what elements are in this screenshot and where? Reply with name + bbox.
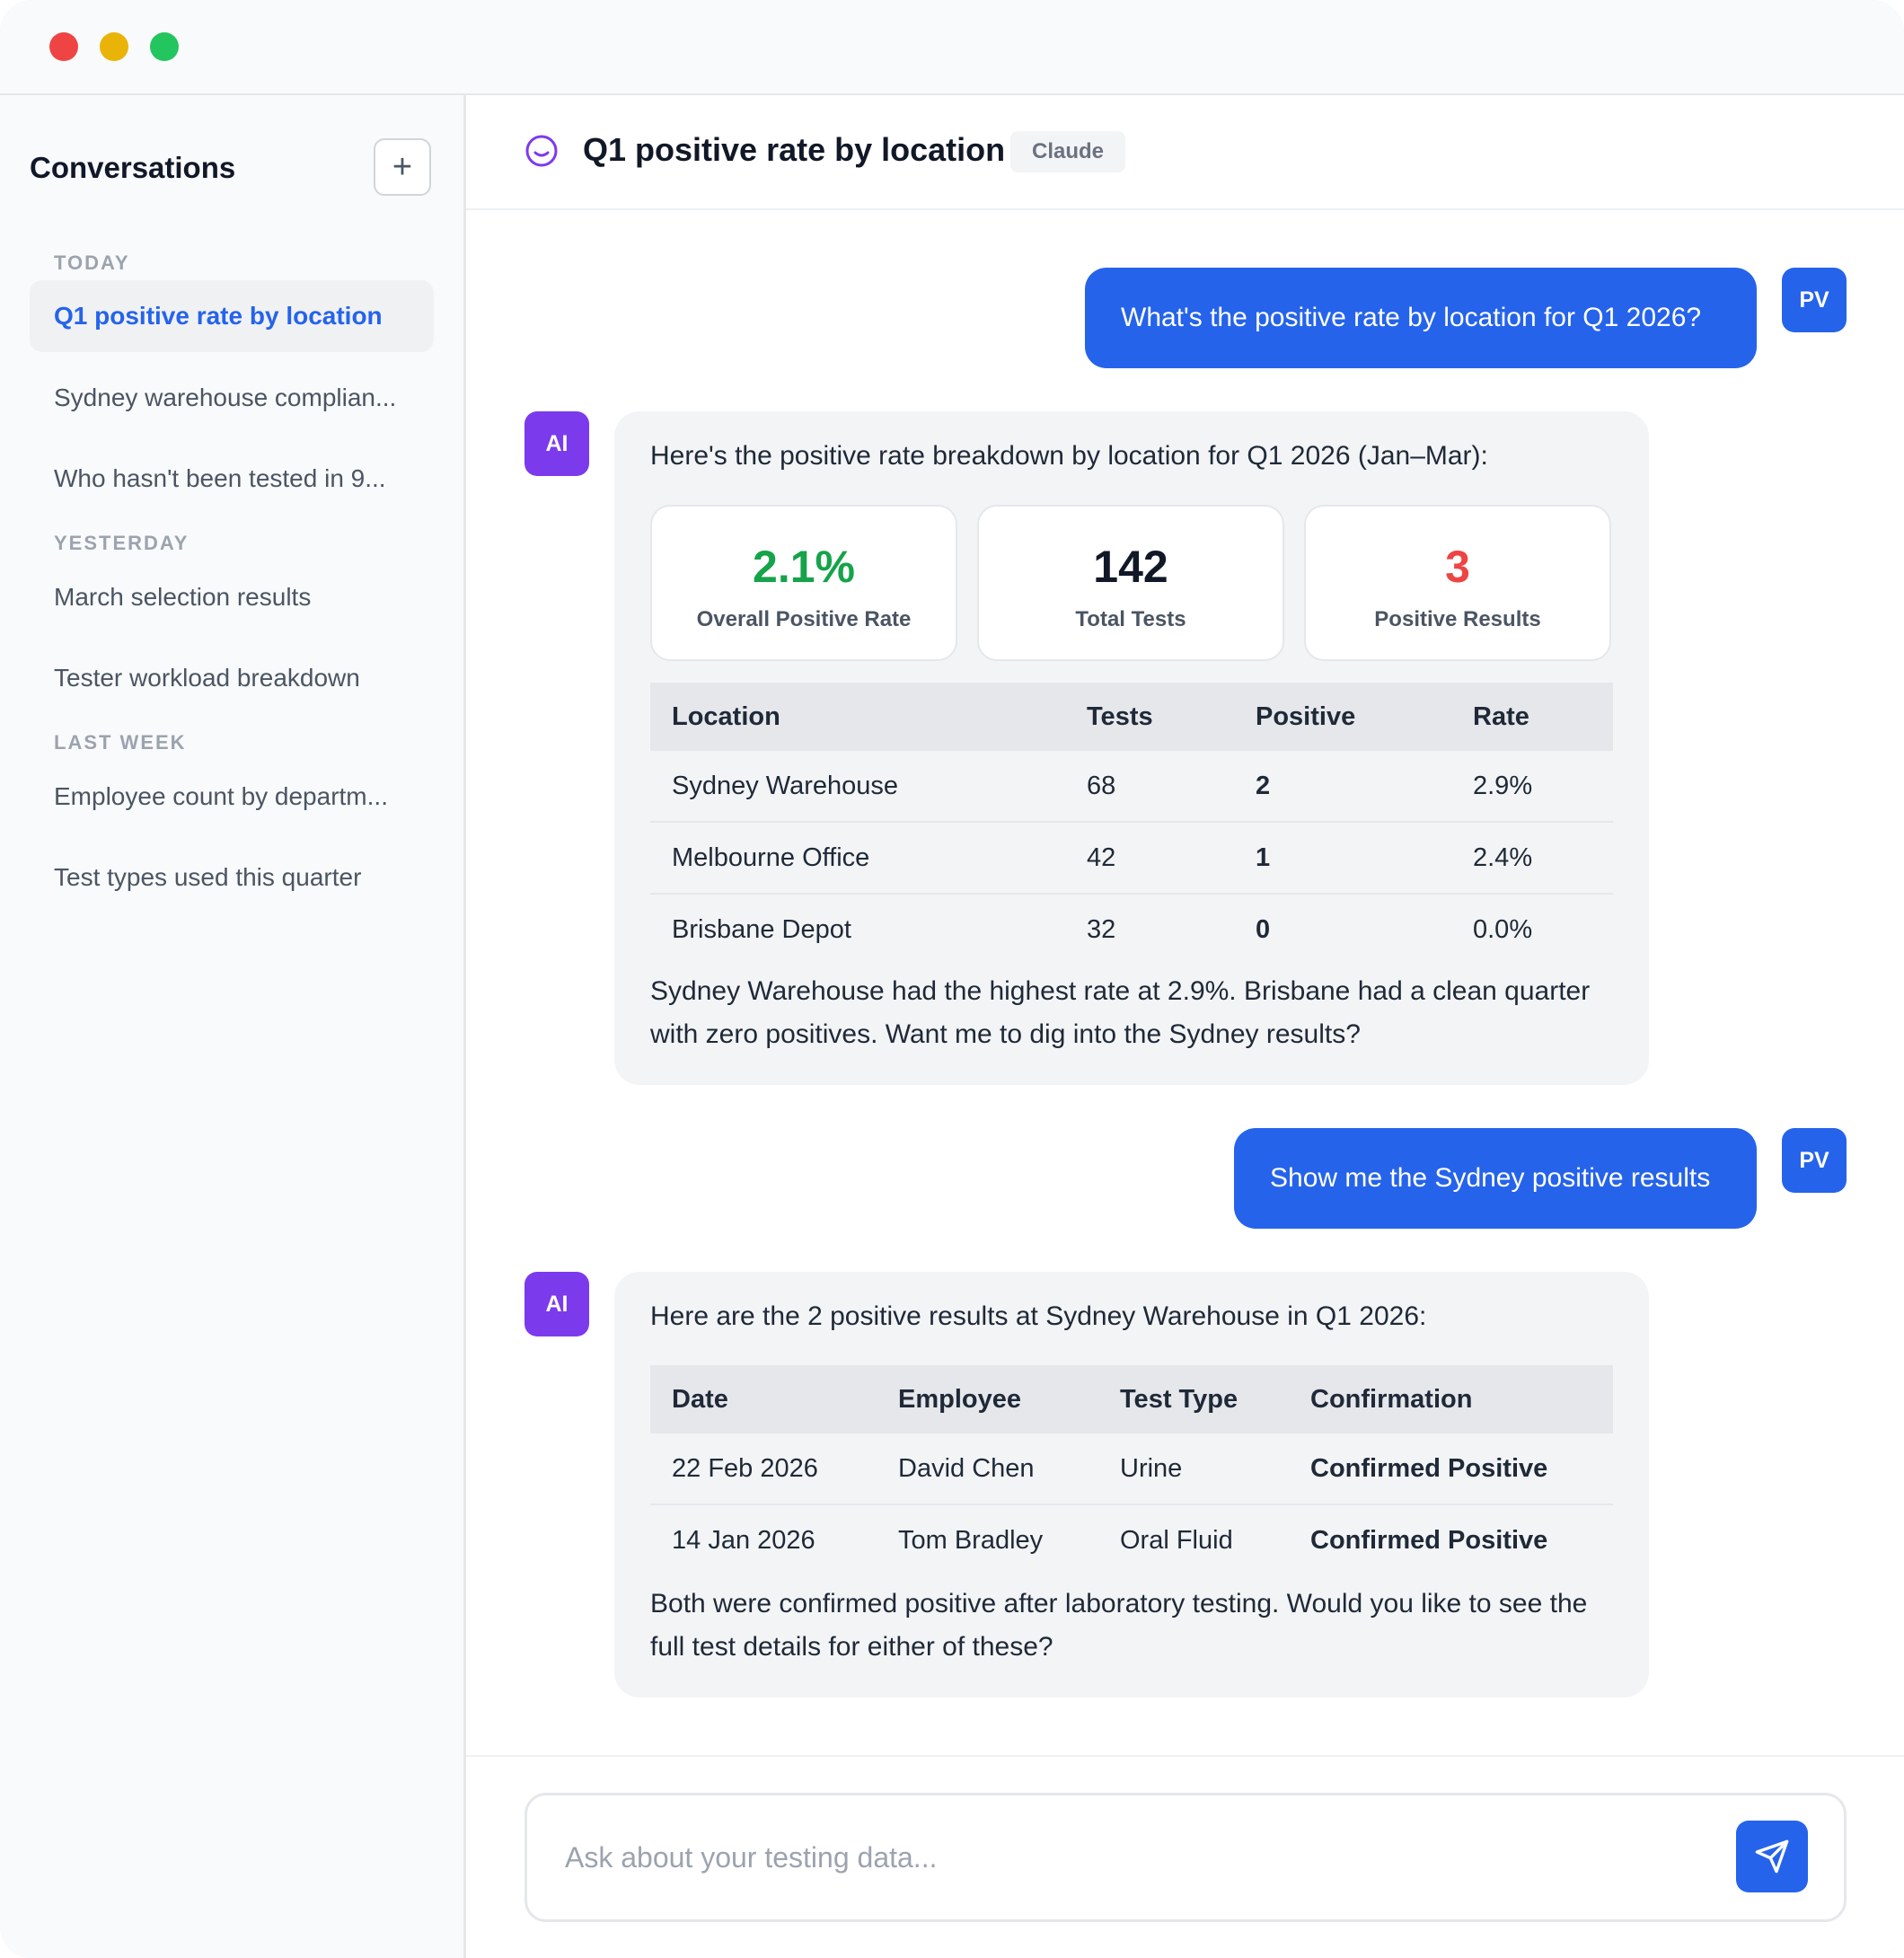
- title-bar: [0, 0, 1904, 95]
- app-window: Conversations + TODAY Q1 positive rate b…: [0, 0, 1904, 1958]
- ai-message: Here's the positive rate breakdown by lo…: [614, 411, 1649, 1085]
- sidebar: Conversations + TODAY Q1 positive rate b…: [0, 95, 466, 1958]
- user-message: What's the positive rate by location for…: [1085, 268, 1757, 368]
- conversation-item[interactable]: Employee count by departm...: [30, 761, 434, 833]
- table-cell: Melbourne Office: [650, 822, 1065, 895]
- table-row: Brisbane Depot 32 0 0.0%: [650, 894, 1613, 965]
- model-badge: Claude: [1010, 131, 1126, 172]
- table-cell: 2: [1234, 751, 1451, 823]
- column-header: Date: [650, 1365, 877, 1433]
- table-cell: Confirmed Positive: [1289, 1433, 1613, 1505]
- minimize-window-button[interactable]: [100, 32, 128, 61]
- stat-card-total-tests: 142 Total Tests: [977, 505, 1284, 661]
- table-cell: Urine: [1098, 1433, 1289, 1505]
- group-label-yesterday: YESTERDAY: [54, 532, 190, 554]
- ai-message: Here are the 2 positive results at Sydne…: [614, 1272, 1649, 1698]
- sidebar-title: Conversations: [30, 151, 236, 184]
- location-table: Location Tests Positive Rate Sydney Ware…: [650, 683, 1613, 965]
- conversation-item[interactable]: Who hasn't been tested in 9...: [30, 443, 434, 515]
- table-cell: Oral Fluid: [1120, 1525, 1233, 1555]
- table-cell: 0: [1256, 914, 1271, 944]
- group-label-today: TODAY: [54, 251, 130, 274]
- conversation-item[interactable]: Tester workload breakdown: [30, 642, 434, 714]
- send-button[interactable]: [1736, 1821, 1808, 1892]
- send-icon: [1755, 1839, 1789, 1874]
- table-cell: Brisbane Depot: [672, 914, 851, 944]
- column-header: Tests: [1065, 683, 1234, 751]
- table-row: Melbourne Office 42 1 2.4%: [650, 822, 1613, 895]
- table-row: Sydney Warehouse 68 2 2.9%: [650, 751, 1613, 823]
- group-label-last-week: LAST WEEK: [54, 731, 187, 754]
- table-cell: Tom Bradley: [898, 1525, 1044, 1555]
- close-window-button[interactable]: [49, 32, 78, 61]
- smile-icon: [525, 135, 558, 167]
- table-header-row: Date Employee Test Type Confirmation: [650, 1365, 1613, 1433]
- user-avatar: PV: [1782, 1128, 1847, 1193]
- ai-avatar: AI: [524, 1272, 589, 1336]
- column-header: Location: [650, 683, 1065, 751]
- table-cell: 1: [1234, 822, 1451, 895]
- table-cell: 42: [1065, 822, 1234, 895]
- table-cell: David Chen: [877, 1433, 1098, 1505]
- stat-card-positive-rate: 2.1% Overall Positive Rate: [650, 505, 957, 661]
- ai-message-intro: Here's the positive rate breakdown by lo…: [650, 441, 1488, 471]
- user-message: Show me the Sydney positive results: [1234, 1128, 1757, 1229]
- conversation-item[interactable]: Test types used this quarter: [30, 842, 434, 913]
- stat-label: Overall Positive Rate: [696, 607, 912, 631]
- table-cell: 32: [1087, 914, 1116, 944]
- table-cell: Sydney Warehouse: [650, 751, 1065, 823]
- composer: [524, 1793, 1847, 1922]
- user-avatar: PV: [1782, 268, 1847, 332]
- ai-message-outro: Both were confirmed positive after labor…: [650, 1589, 1588, 1662]
- column-header: Positive: [1234, 683, 1451, 751]
- table-cell: 14 Jan 2026: [672, 1525, 815, 1555]
- composer-divider: [466, 1755, 1904, 1757]
- table-cell: 2.4%: [1451, 822, 1613, 895]
- stat-value: 3: [1445, 542, 1470, 592]
- stat-label: Total Tests: [1075, 607, 1186, 631]
- conversation-title: Q1 positive rate by location: [583, 131, 1006, 168]
- column-header: Test Type: [1098, 1365, 1289, 1433]
- conversation-item[interactable]: March selection results: [30, 561, 434, 633]
- ai-message-outro: Sydney Warehouse had the highest rate at…: [650, 976, 1591, 1049]
- message-input[interactable]: [563, 1828, 1734, 1887]
- table-cell: 68: [1065, 751, 1234, 823]
- stat-value: 142: [1093, 542, 1168, 592]
- positive-results-table: Date Employee Test Type Confirmation 22 …: [650, 1365, 1613, 1575]
- table-cell: 2.9%: [1451, 751, 1613, 823]
- table-row: 22 Feb 2026 David Chen Urine Confirmed P…: [650, 1433, 1613, 1505]
- ai-avatar: AI: [524, 411, 589, 476]
- stat-card-positive-results: 3 Positive Results: [1304, 505, 1611, 661]
- column-header: Employee: [877, 1365, 1098, 1433]
- table-header-row: Location Tests Positive Rate: [650, 683, 1613, 751]
- stat-label: Positive Results: [1374, 607, 1541, 631]
- plus-icon: +: [392, 147, 413, 186]
- conversation-item-active[interactable]: Q1 positive rate by location: [30, 280, 434, 352]
- column-header: Rate: [1451, 683, 1613, 751]
- maximize-window-button[interactable]: [150, 32, 179, 61]
- table-cell: 0.0%: [1473, 914, 1533, 944]
- table-cell: 22 Feb 2026: [650, 1433, 877, 1505]
- conversation-item[interactable]: Sydney warehouse complian...: [30, 362, 434, 434]
- new-conversation-button[interactable]: +: [374, 138, 431, 196]
- ai-message-intro: Here are the 2 positive results at Sydne…: [650, 1301, 1427, 1331]
- chat-header: Q1 positive rate by location Claude: [466, 95, 1904, 210]
- column-header: Confirmation: [1289, 1365, 1613, 1433]
- chat-main: Q1 positive rate by location Claude What…: [466, 95, 1904, 1958]
- table-row: 14 Jan 2026 Tom Bradley Oral Fluid Confi…: [650, 1504, 1613, 1575]
- stat-value: 2.1%: [753, 542, 855, 592]
- table-cell: Confirmed Positive: [1310, 1525, 1548, 1555]
